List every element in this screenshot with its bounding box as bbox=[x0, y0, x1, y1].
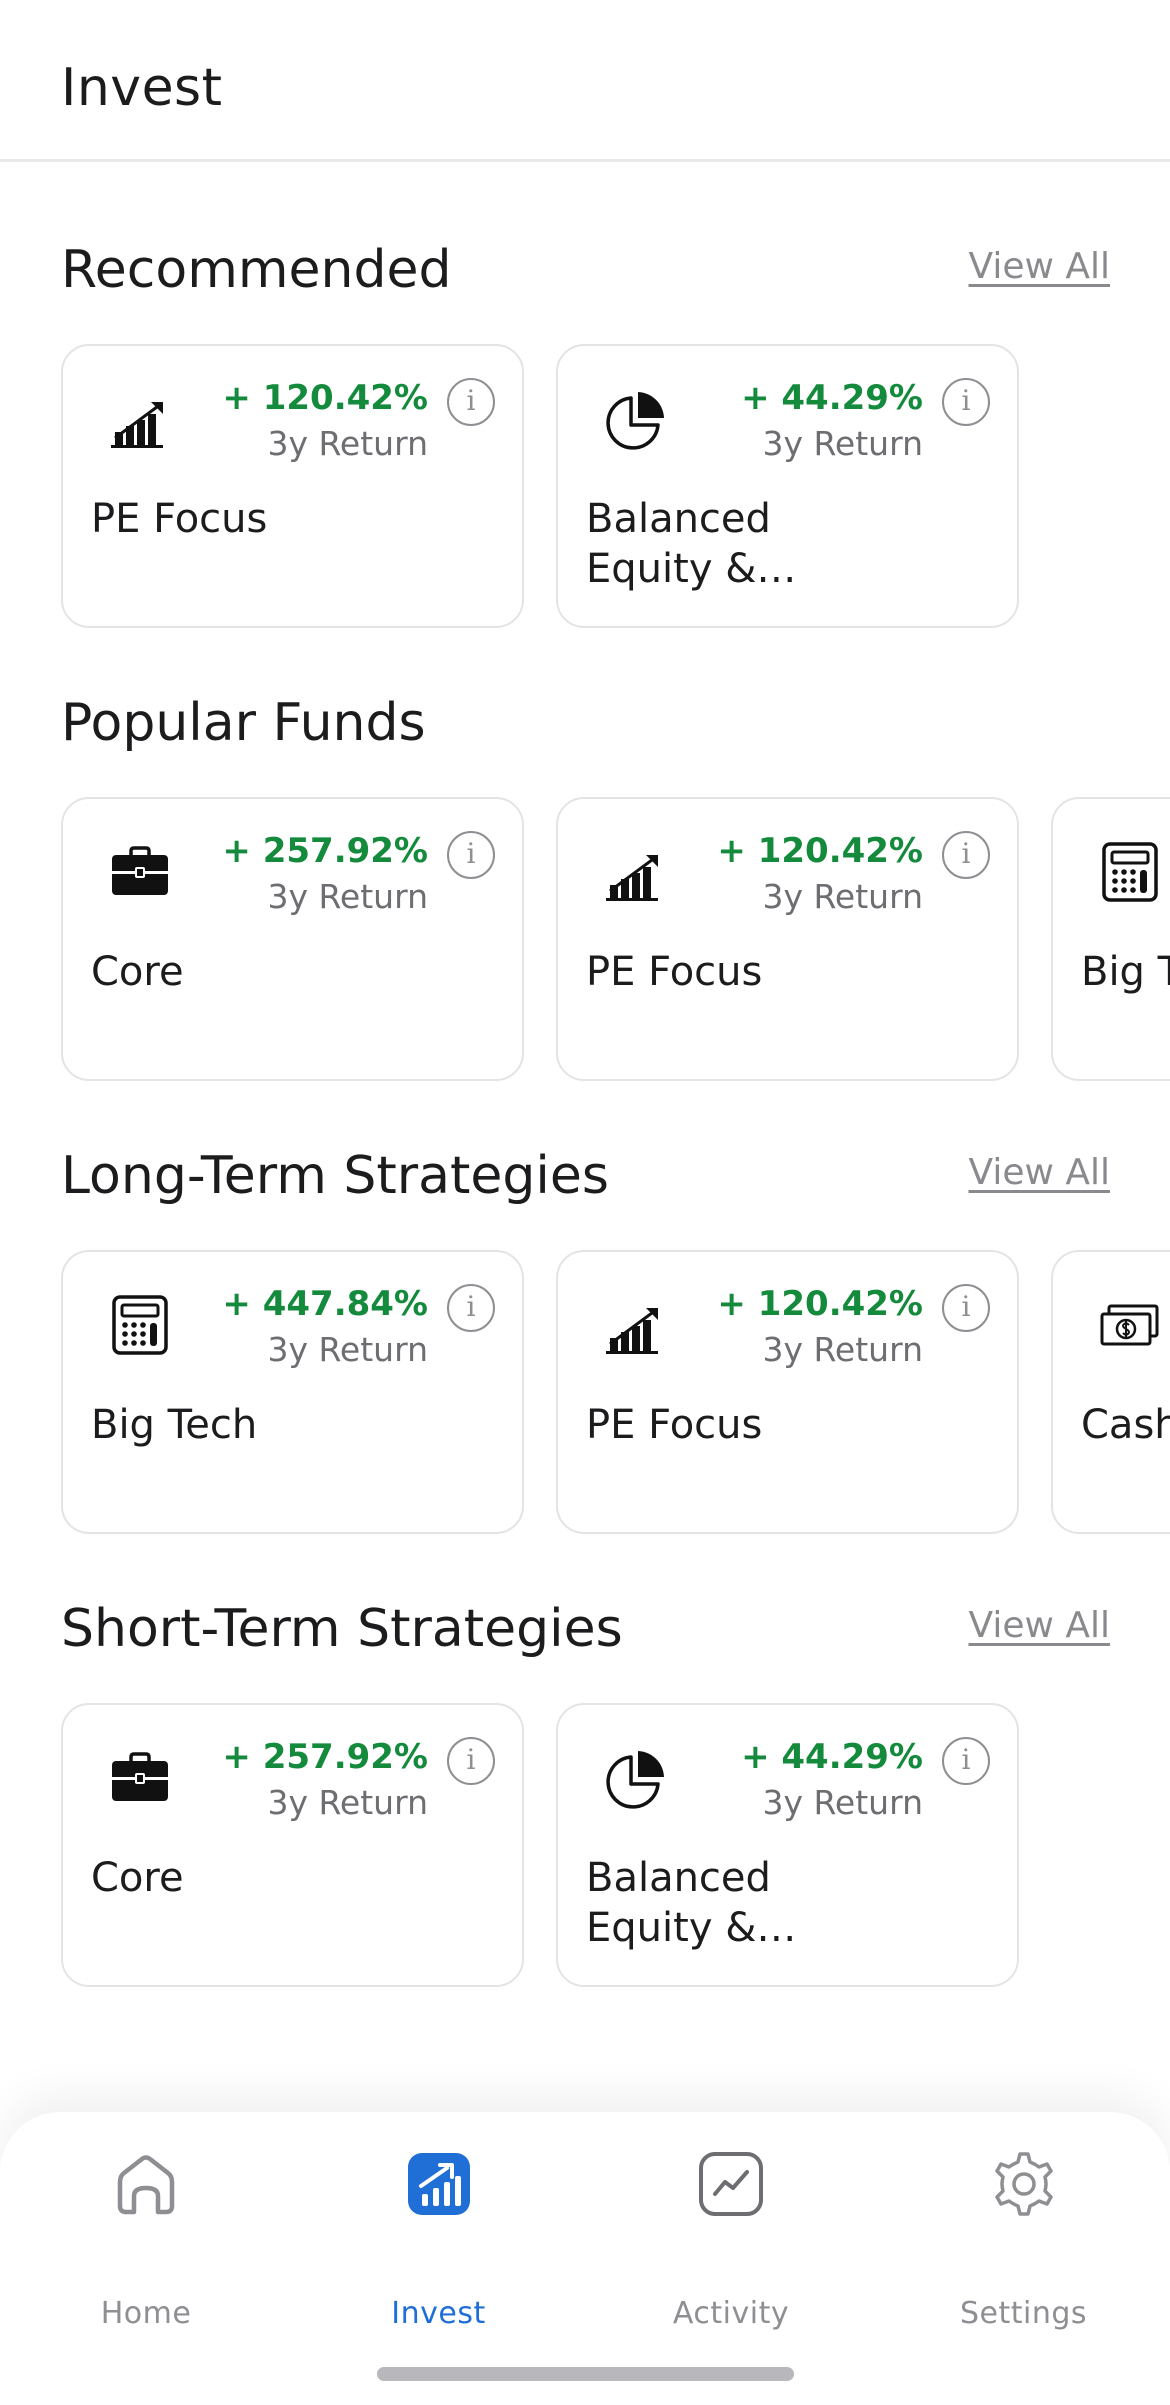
card-carousel[interactable]: + 447.84% 3y Return i Big Tech + 120.42% 3y R… bbox=[61, 1250, 1170, 1534]
return-percent: + 44.29% bbox=[741, 1737, 923, 1777]
return-label: 3y Return bbox=[267, 424, 428, 463]
card-carousel[interactable]: + 257.92% 3y Return i Core + 120.42% 3y Retur… bbox=[61, 797, 1170, 1081]
section-short-term-strategies: Short-Term Strategies View All + 257.92% 3y… bbox=[0, 1599, 1170, 2039]
section-title: Long-Term Strategies bbox=[61, 1146, 609, 1206]
info-icon[interactable]: i bbox=[942, 1737, 990, 1785]
view-all-link[interactable]: View All bbox=[968, 246, 1110, 287]
return-percent: + 257.92% bbox=[222, 1737, 428, 1777]
fund-name: PE Focus bbox=[586, 949, 763, 995]
briefcase-icon bbox=[109, 1747, 171, 1809]
top-bar: Invest bbox=[0, 0, 1170, 162]
return-percent: + 120.42% bbox=[222, 378, 428, 418]
tab-activity[interactable]: Activity bbox=[585, 2148, 877, 2331]
tab-bar: Home Invest Activity Settings bbox=[0, 2112, 1170, 2405]
activity-icon bbox=[697, 2150, 765, 2218]
fund-card[interactable]: + 120.42% 3y Return i PE Focus bbox=[556, 1250, 1019, 1534]
fund-card[interactable]: + 257.92% 3y Return i Core bbox=[61, 1703, 524, 1987]
fund-card[interactable]: Cash Focus bbox=[1051, 1250, 1170, 1534]
fund-card[interactable]: + 120.42% 3y Return i PE Focus bbox=[61, 344, 524, 628]
briefcase-icon bbox=[109, 841, 171, 903]
return-percent: + 447.84% bbox=[222, 1284, 428, 1324]
info-icon[interactable]: i bbox=[447, 831, 495, 879]
fund-card[interactable]: + 257.92% 3y Return i Core bbox=[61, 797, 524, 1081]
return-label: 3y Return bbox=[267, 1783, 428, 1822]
return-percent: + 120.42% bbox=[717, 831, 923, 871]
info-icon[interactable]: i bbox=[447, 1737, 495, 1785]
fund-name: Cash Focus bbox=[1081, 1402, 1170, 1448]
pie-chart-icon bbox=[604, 1747, 666, 1809]
tab-home[interactable]: Home bbox=[0, 2148, 292, 2331]
invest-icon bbox=[405, 2150, 473, 2218]
gear-icon bbox=[990, 2150, 1058, 2218]
fund-name: PE Focus bbox=[586, 1402, 763, 1448]
section-long-term-strategies: Long-Term Strategies View All + 447.84% 3y … bbox=[0, 1146, 1170, 1586]
fund-name: Big Tech bbox=[91, 1402, 258, 1448]
info-icon[interactable]: i bbox=[447, 1284, 495, 1332]
fund-name: Balanced Equity & Income bbox=[586, 1855, 771, 1951]
fund-name: Core bbox=[91, 1855, 184, 1901]
calculator-icon bbox=[1099, 841, 1161, 903]
return-label: 3y Return bbox=[762, 424, 923, 463]
return-label: 3y Return bbox=[762, 877, 923, 916]
return-label: 3y Return bbox=[267, 877, 428, 916]
bar-chart-icon bbox=[604, 841, 666, 903]
section-title: Recommended bbox=[61, 240, 452, 300]
return-label: 3y Return bbox=[267, 1330, 428, 1369]
cash-icon bbox=[1099, 1294, 1161, 1356]
bar-chart-icon bbox=[109, 388, 171, 450]
info-icon[interactable]: i bbox=[447, 378, 495, 426]
home-indicator bbox=[377, 2367, 794, 2381]
tab-invest[interactable]: Invest bbox=[293, 2148, 585, 2331]
card-carousel[interactable]: + 120.42% 3y Return i PE Focus + 44.29% 3y Re… bbox=[61, 344, 1170, 628]
return-label: 3y Return bbox=[762, 1783, 923, 1822]
return-label: 3y Return bbox=[762, 1330, 923, 1369]
fund-card[interactable]: + 120.42% 3y Return i PE Focus bbox=[556, 797, 1019, 1081]
section-title: Popular Funds bbox=[61, 693, 426, 753]
info-icon[interactable]: i bbox=[942, 378, 990, 426]
home-icon bbox=[112, 2150, 180, 2218]
fund-name: Big Tech bbox=[1081, 949, 1170, 995]
section-popular-funds: Popular Funds + 257.92% 3y Return i Core + 12… bbox=[0, 693, 1170, 1133]
view-all-link[interactable]: View All bbox=[968, 1605, 1110, 1646]
fund-card[interactable]: Big Tech bbox=[1051, 797, 1170, 1081]
tab-label: Invest bbox=[391, 2296, 486, 2331]
page-title: Invest bbox=[61, 58, 223, 118]
fund-card[interactable]: + 44.29% 3y Return i Balanced Equity & Inco… bbox=[556, 344, 1019, 628]
card-carousel[interactable]: + 257.92% 3y Return i Core + 44.29% 3y Return… bbox=[61, 1703, 1170, 1987]
pie-chart-icon bbox=[604, 388, 666, 450]
return-percent: + 257.92% bbox=[222, 831, 428, 871]
return-percent: + 120.42% bbox=[717, 1284, 923, 1324]
fund-name: Core bbox=[91, 949, 184, 995]
tab-label: Activity bbox=[672, 2296, 790, 2331]
invest-screen: Invest Recommended View All + 120.42% 3y Re… bbox=[0, 0, 1170, 2405]
info-icon[interactable]: i bbox=[942, 1284, 990, 1332]
info-icon[interactable]: i bbox=[942, 831, 990, 879]
tab-label: Settings bbox=[959, 2296, 1088, 2331]
fund-name: PE Focus bbox=[91, 496, 268, 542]
section-title: Short-Term Strategies bbox=[61, 1599, 623, 1659]
return-percent: + 44.29% bbox=[741, 378, 923, 418]
fund-card[interactable]: + 44.29% 3y Return i Balanced Equity & Inco… bbox=[556, 1703, 1019, 1987]
fund-name: Balanced Equity & Income bbox=[586, 496, 771, 592]
tab-label: Home bbox=[100, 2296, 192, 2331]
fund-card[interactable]: + 447.84% 3y Return i Big Tech bbox=[61, 1250, 524, 1534]
calculator-icon bbox=[109, 1294, 171, 1356]
section-recommended: Recommended View All + 120.42% 3y Return i PE… bbox=[0, 240, 1170, 680]
tab-settings[interactable]: Settings bbox=[878, 2148, 1170, 2331]
bar-chart-icon bbox=[604, 1294, 666, 1356]
view-all-link[interactable]: View All bbox=[968, 1152, 1110, 1193]
